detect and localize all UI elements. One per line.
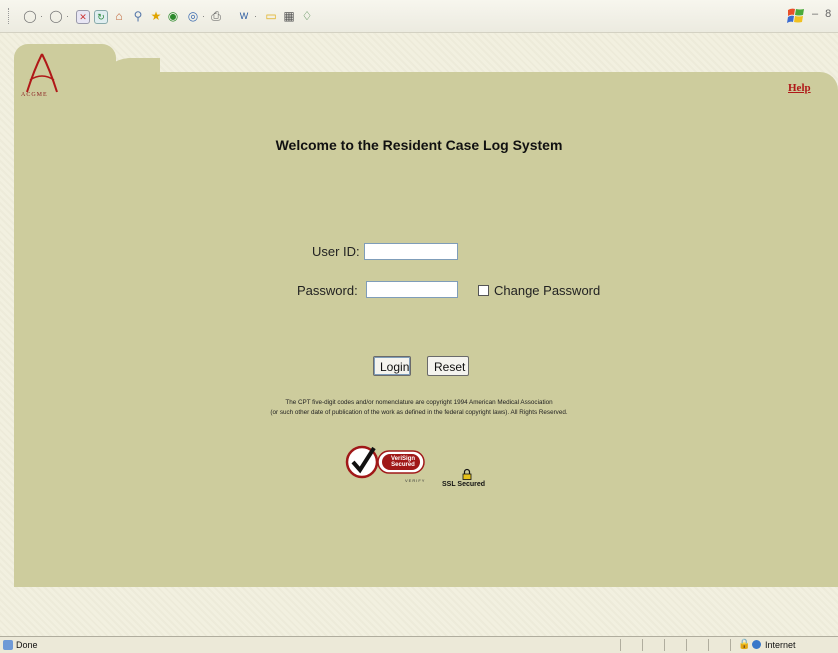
status-divider — [642, 639, 643, 651]
status-divider — [686, 639, 687, 651]
password-label: Password: — [297, 283, 358, 298]
stop-icon[interactable]: ✕ — [76, 10, 90, 24]
change-password-label: Change Password — [494, 283, 601, 298]
ssl-secured-label: SSL Secured — [442, 481, 486, 488]
page-title: Welcome to the Resident Case Log System — [275, 137, 563, 153]
toolbar-grip — [8, 8, 11, 24]
history-dropdown-icon[interactable]: · — [202, 11, 205, 21]
home-icon[interactable]: ⌂ — [111, 8, 127, 24]
history-icon[interactable]: ◎ — [185, 8, 201, 24]
edit-icon[interactable]: W — [236, 8, 252, 24]
forward-dropdown-icon[interactable]: · — [66, 11, 69, 21]
secure-lock-icon: 🔒 — [738, 639, 751, 650]
favorites-icon[interactable]: ★ — [148, 8, 164, 24]
print-icon[interactable]: ⎙ — [208, 8, 224, 24]
search-icon[interactable]: ⚲ — [130, 8, 146, 24]
status-divider — [664, 639, 665, 651]
status-text: Done — [16, 640, 38, 650]
verisign-line-2: Secured — [391, 462, 415, 468]
browser-toolbar: ◯ · ◯ · ✕ ↻ ⌂ ⚲ ★ ◉ ◎ · ⎙ W · ▭ ▦ ♢ – 8 — [0, 0, 838, 33]
zone-text: Internet — [765, 640, 796, 650]
password-input[interactable] — [366, 281, 458, 298]
login-button[interactable]: Login — [373, 356, 411, 376]
verisign-badge-text: VeriSign Secured — [386, 456, 420, 468]
lock-icon — [462, 468, 472, 480]
discuss-icon[interactable]: ▭ — [263, 8, 279, 24]
change-password-checkbox[interactable] — [478, 285, 489, 296]
messenger-icon[interactable]: ▦ — [281, 8, 297, 24]
back-icon[interactable]: ◯ — [22, 8, 38, 24]
windows-logo-icon — [787, 8, 804, 23]
reset-button[interactable]: Reset — [427, 356, 469, 376]
help-link[interactable]: Help — [788, 82, 811, 94]
status-divider — [620, 639, 621, 651]
research-icon[interactable]: ♢ — [299, 8, 315, 24]
status-divider — [730, 639, 731, 651]
user-id-input[interactable] — [364, 243, 458, 260]
copyright-line-1: The CPT five-digit codes and/or nomencla… — [285, 399, 553, 406]
forward-icon[interactable]: ◯ — [48, 8, 64, 24]
refresh-icon[interactable]: ↻ — [94, 10, 108, 24]
logo-text: ACGME — [21, 92, 48, 98]
media-icon[interactable]: ◉ — [165, 8, 181, 24]
verisign-verify-text: VERIFY — [405, 478, 426, 483]
copyright-line-2: (or such other date of publication of th… — [270, 409, 568, 416]
internet-zone-icon — [752, 640, 761, 649]
status-bar: Done 🔒 Internet — [0, 636, 838, 653]
page-icon — [3, 640, 13, 650]
status-divider — [708, 639, 709, 651]
back-dropdown-icon[interactable]: · — [40, 11, 43, 21]
user-id-label: User ID: — [312, 244, 360, 259]
window-controls[interactable]: – 8 — [812, 8, 833, 20]
edit-dropdown-icon[interactable]: · — [254, 11, 257, 21]
